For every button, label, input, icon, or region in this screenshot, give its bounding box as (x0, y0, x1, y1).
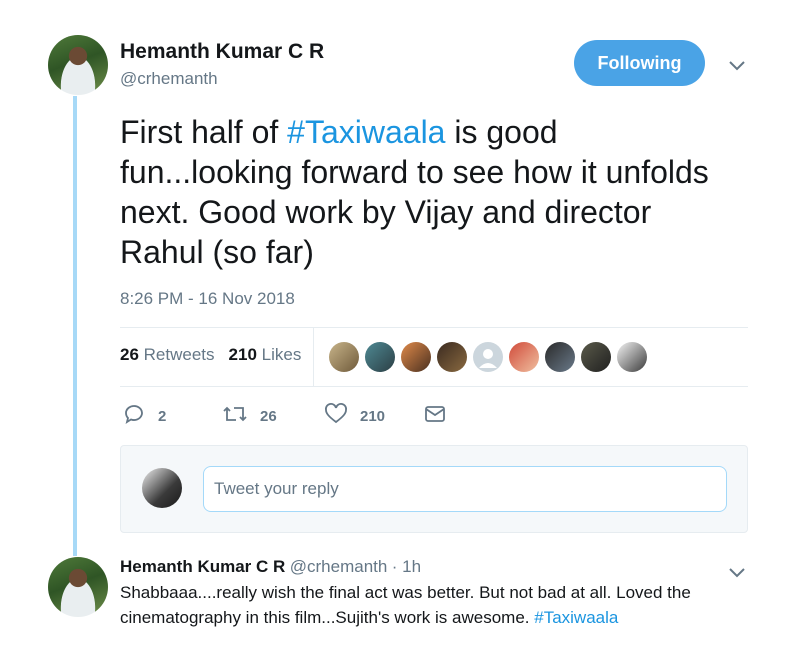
reply-composer (120, 445, 748, 533)
liker-avatar[interactable] (473, 342, 503, 372)
like-count: 210 (360, 407, 386, 425)
chevron-down-icon[interactable] (728, 56, 746, 77)
reply-author-name[interactable]: Hemanth Kumar C R (120, 557, 285, 576)
retweet-action[interactable]: 26 (222, 402, 277, 430)
author-handle[interactable]: @crhemanth (120, 69, 218, 89)
likes-count: 210 (228, 345, 257, 364)
current-user-avatar (142, 468, 182, 508)
retweets-stat[interactable]: 26 Retweets (120, 345, 215, 365)
tweet-timestamp[interactable]: 8:26 PM - 16 Nov 2018 (120, 289, 295, 309)
engagement-stats: 26 Retweets 210 Likes (120, 345, 301, 365)
liker-avatar[interactable] (401, 342, 431, 372)
retweets-count: 26 (120, 345, 139, 364)
reply-input[interactable] (203, 466, 727, 512)
liker-avatar[interactable] (365, 342, 395, 372)
retweet-icon (222, 402, 248, 430)
author-avatar[interactable] (48, 35, 108, 95)
reply-author-handle[interactable]: @crhemanth (290, 557, 388, 576)
reply-time[interactable]: · 1h (392, 557, 421, 576)
divider (120, 327, 748, 328)
author-name[interactable]: Hemanth Kumar C R (120, 40, 324, 64)
tweet-text-prefix: First half of (120, 114, 288, 150)
retweet-count: 26 (260, 407, 277, 425)
message-icon (423, 402, 447, 430)
following-button[interactable]: Following (574, 40, 705, 86)
reply-hashtag-link[interactable]: #Taxiwaala (534, 608, 618, 627)
reply-count: 2 (158, 407, 167, 425)
liker-avatar[interactable] (581, 342, 611, 372)
tweet-text: First half of #Taxiwaala is good fun...l… (120, 112, 730, 272)
divider (120, 386, 748, 387)
direct-message-action[interactable] (423, 402, 447, 430)
likes-label: Likes (261, 345, 302, 364)
thread-line (73, 96, 77, 556)
heart-icon (324, 402, 348, 430)
liker-avatar[interactable] (545, 342, 575, 372)
reply-header: Hemanth Kumar C R @crhemanth · 1h (120, 557, 421, 577)
liker-avatar[interactable] (437, 342, 467, 372)
likes-stat[interactable]: 210 Likes (229, 345, 302, 365)
retweets-label: Retweets (143, 345, 215, 364)
stats-separator (313, 328, 314, 386)
hashtag-link[interactable]: #Taxiwaala (287, 114, 445, 150)
liker-avatar[interactable] (509, 342, 539, 372)
reply-author-avatar[interactable] (48, 557, 108, 617)
reply-icon (122, 402, 146, 430)
liker-avatar[interactable] (329, 342, 359, 372)
liker-avatar[interactable] (617, 342, 647, 372)
reply-action[interactable]: 2 (122, 402, 166, 430)
like-action[interactable]: 210 (324, 402, 385, 430)
reply-text: Shabbaaa....really wish the final act wa… (120, 580, 740, 630)
